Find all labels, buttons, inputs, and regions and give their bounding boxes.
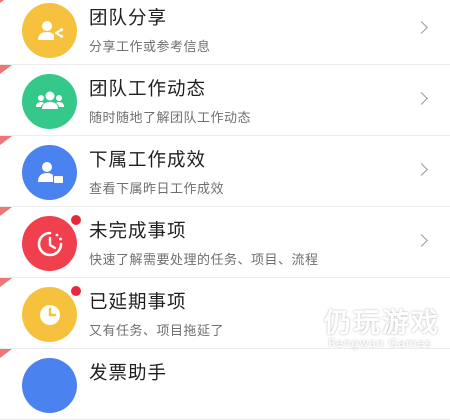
list-item-invoice-assistant[interactable]: 发票助手 xyxy=(0,349,450,420)
corner-marker xyxy=(0,65,12,74)
share-person-icon xyxy=(22,3,77,58)
team-group-icon xyxy=(22,74,77,129)
chevron-right-icon xyxy=(415,92,428,105)
item-title: 未完成事项 xyxy=(89,221,187,242)
corner-marker xyxy=(0,278,12,287)
item-subtitle: 查看下属昨日工作成效 xyxy=(89,182,225,197)
item-title: 已延期事项 xyxy=(89,292,187,313)
pending-clock-icon xyxy=(22,216,77,271)
corner-marker xyxy=(0,349,12,358)
list-item-team-share[interactable]: 团队分享 分享工作或参考信息 xyxy=(0,0,450,65)
item-subtitle: 快速了解需要处理的任务、项目、流程 xyxy=(89,253,319,268)
list-item-delayed-items[interactable]: 已延期事项 又有任务、项目拖延了 xyxy=(0,278,450,349)
notification-badge xyxy=(70,214,82,226)
subordinate-report-icon xyxy=(22,145,77,200)
chevron-right-icon xyxy=(415,163,428,176)
corner-marker xyxy=(0,0,12,3)
list-item-subordinate-performance[interactable]: 下属工作成效 查看下属昨日工作成效 xyxy=(0,136,450,207)
chevron-right-icon xyxy=(415,234,428,247)
invoice-icon xyxy=(22,358,77,413)
item-subtitle: 随时随地了解团队工作动态 xyxy=(89,111,252,126)
item-subtitle: 又有任务、项目拖延了 xyxy=(89,324,225,339)
notification-badge xyxy=(70,285,82,297)
list-item-team-activity[interactable]: 团队工作动态 随时随地了解团队工作动态 xyxy=(0,65,450,136)
list-item-pending-items[interactable]: 未完成事项 快速了解需要处理的任务、项目、流程 xyxy=(0,207,450,278)
delayed-clock-icon xyxy=(22,287,77,342)
item-subtitle: 分享工作或参考信息 xyxy=(89,40,211,55)
feature-list: 团队分享 分享工作或参考信息 团队工作动态 随时随地了解团队工作动态 下属工作成… xyxy=(0,0,450,420)
corner-marker xyxy=(0,136,12,145)
item-title: 发票助手 xyxy=(89,363,168,384)
item-title: 下属工作成效 xyxy=(89,150,207,171)
item-title: 团队分享 xyxy=(89,8,168,29)
chevron-right-icon xyxy=(415,21,428,34)
item-title: 团队工作动态 xyxy=(89,79,207,100)
corner-marker xyxy=(0,207,12,216)
